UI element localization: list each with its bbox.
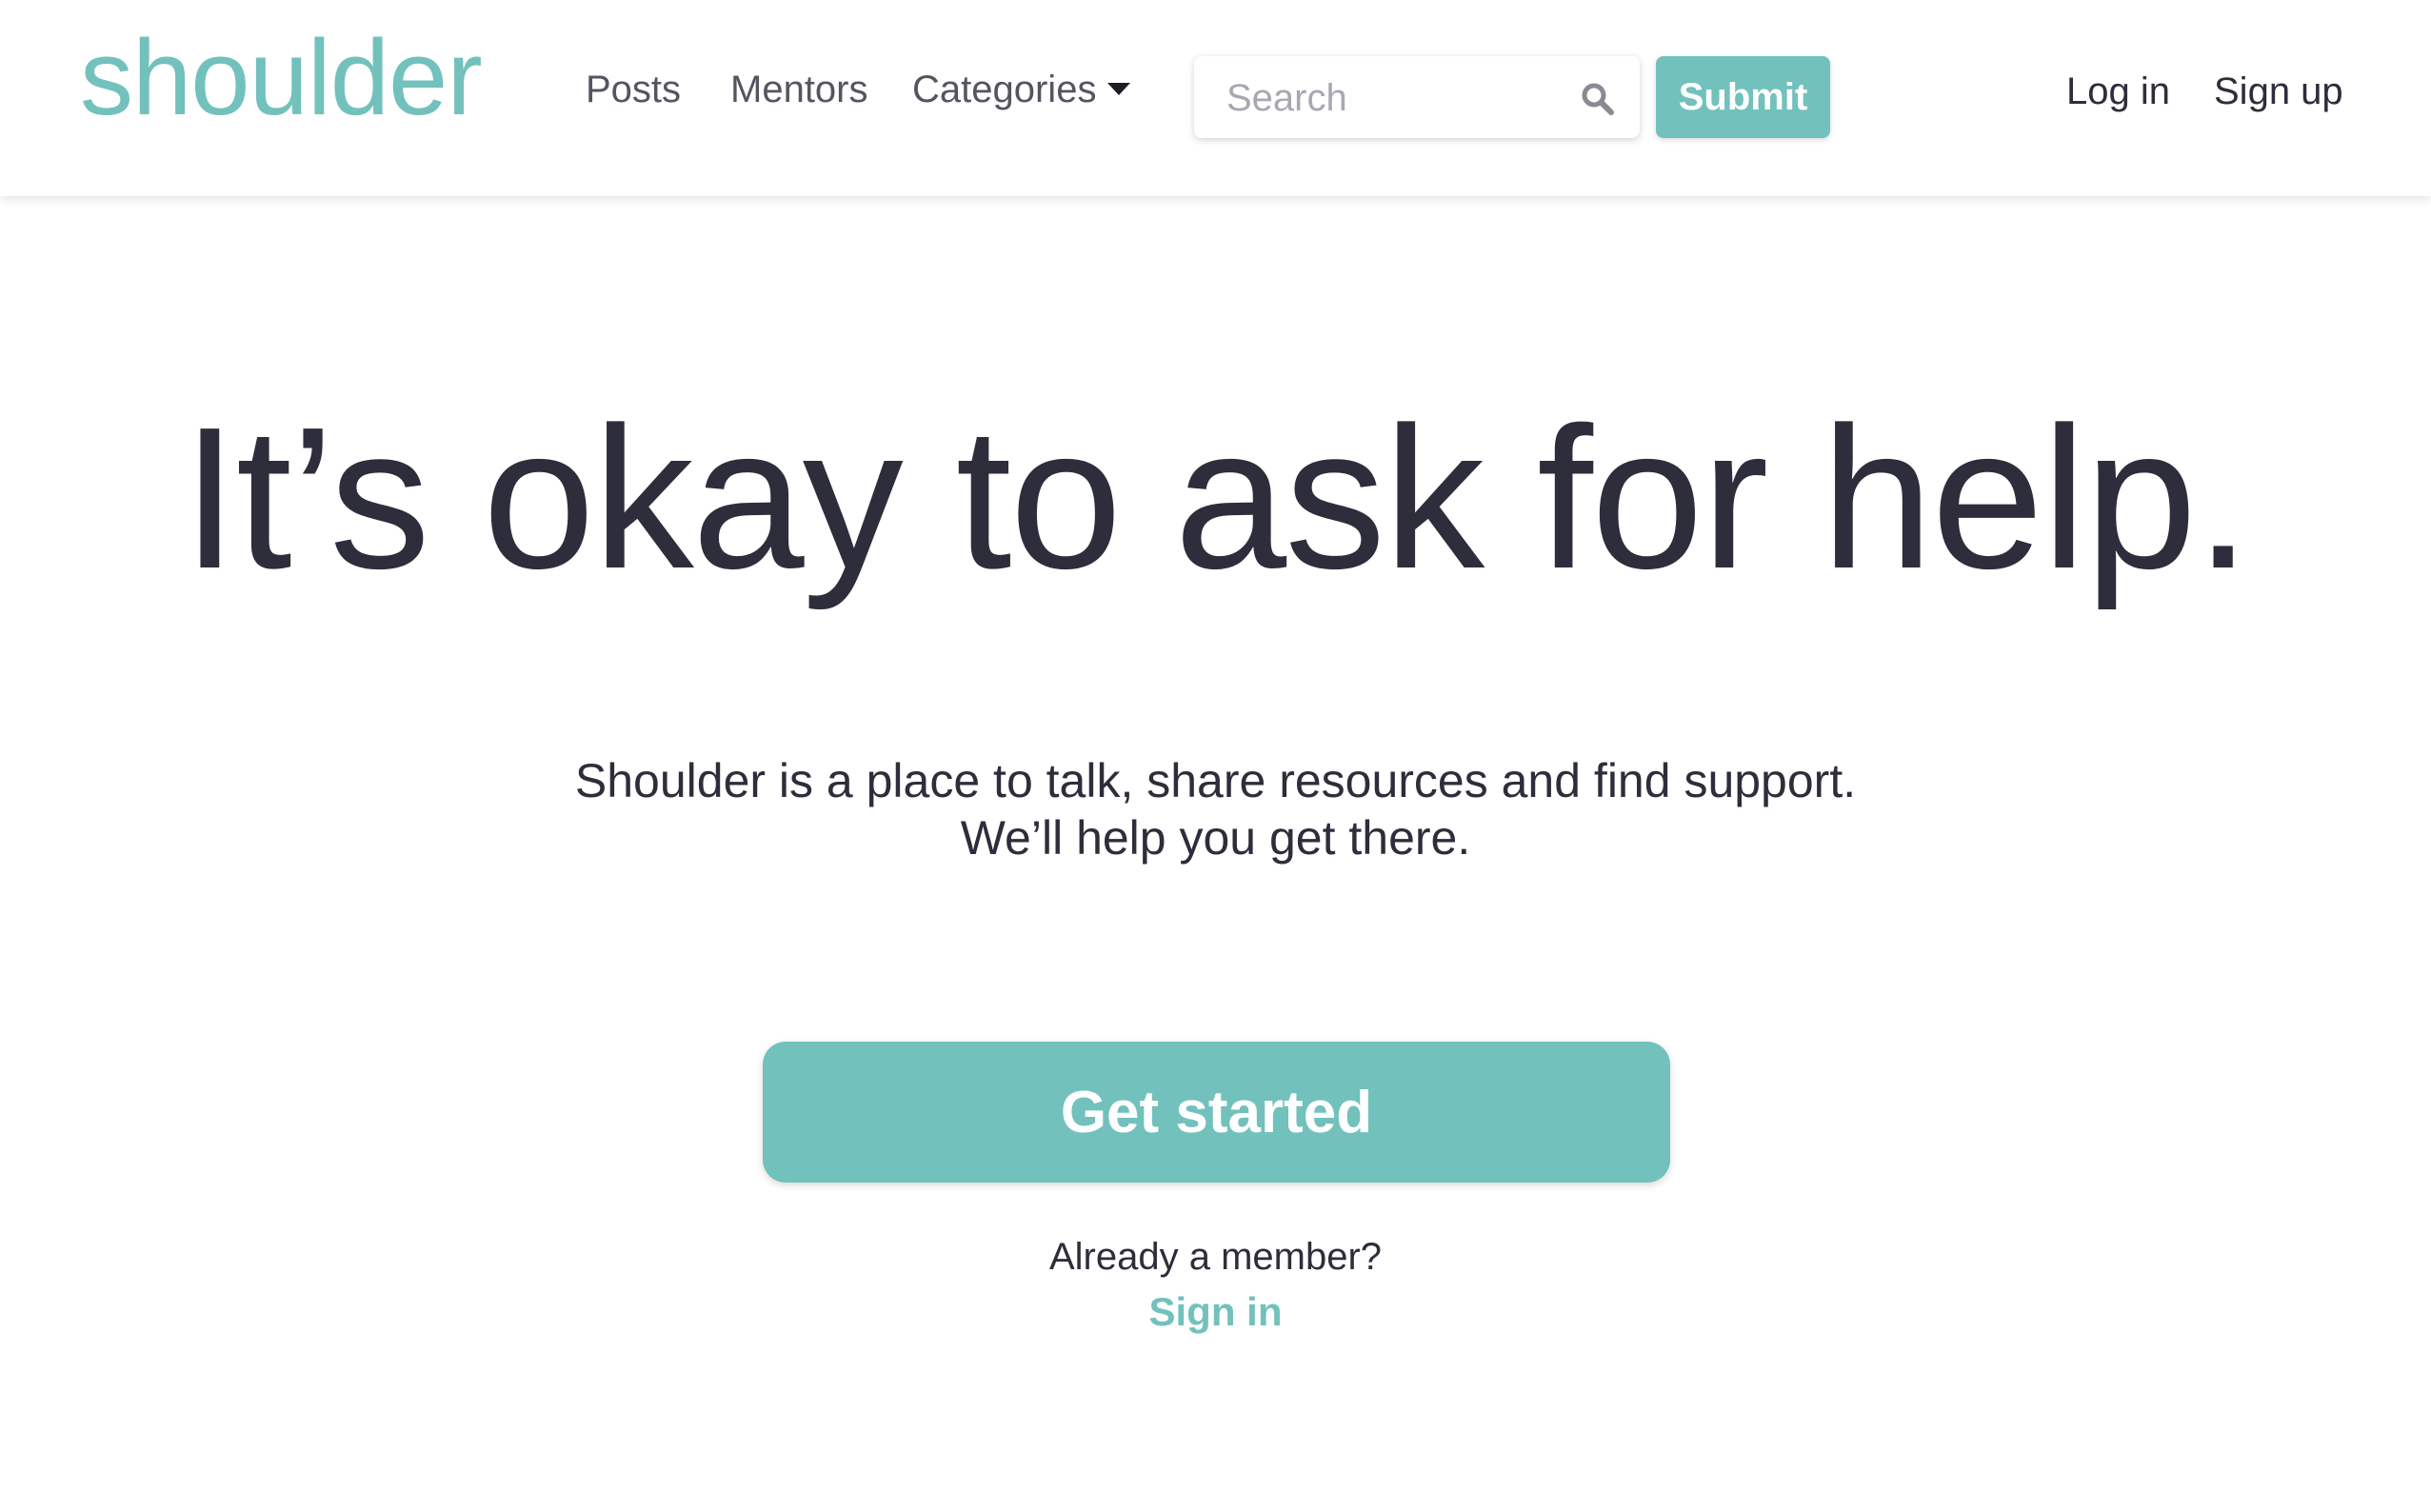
nav-categories-label: Categories [912, 69, 1097, 110]
nav-link-mentors[interactable]: Mentors [730, 70, 868, 109]
member-prompt: Already a member? [1048, 1236, 1383, 1278]
search-input[interactable] [1225, 56, 1571, 140]
submit-button[interactable]: Submit [1656, 56, 1830, 138]
chevron-down-icon [1107, 82, 1131, 95]
nav-categories-dropdown[interactable]: Categories [912, 69, 1131, 110]
nav-link-posts[interactable]: Posts [586, 70, 681, 109]
hero-subtitle: Shoulder is a place to talk, share resou… [0, 752, 2431, 866]
landing-page: shoulder Posts Mentors Categories Submit… [0, 0, 2431, 1512]
signup-link[interactable]: Sign up [2214, 72, 2343, 110]
top-navbar: shoulder Posts Mentors Categories Submit… [0, 0, 2431, 196]
hero-subtitle-line-1: Shoulder is a place to talk, share resou… [574, 754, 1857, 807]
hero-title: It’s okay to ask for help. [181, 385, 2251, 610]
hero-subtitle-line-2: We’ll help you get there. [960, 811, 1471, 865]
get-started-button[interactable]: Get started [763, 1042, 1670, 1183]
sign-in-link[interactable]: Sign in [1124, 1289, 1307, 1335]
login-link[interactable]: Log in [2066, 72, 2170, 110]
search-box [1194, 56, 1640, 140]
shoulder-logo[interactable]: shoulder [80, 25, 483, 131]
search-icon[interactable] [1580, 81, 1616, 117]
